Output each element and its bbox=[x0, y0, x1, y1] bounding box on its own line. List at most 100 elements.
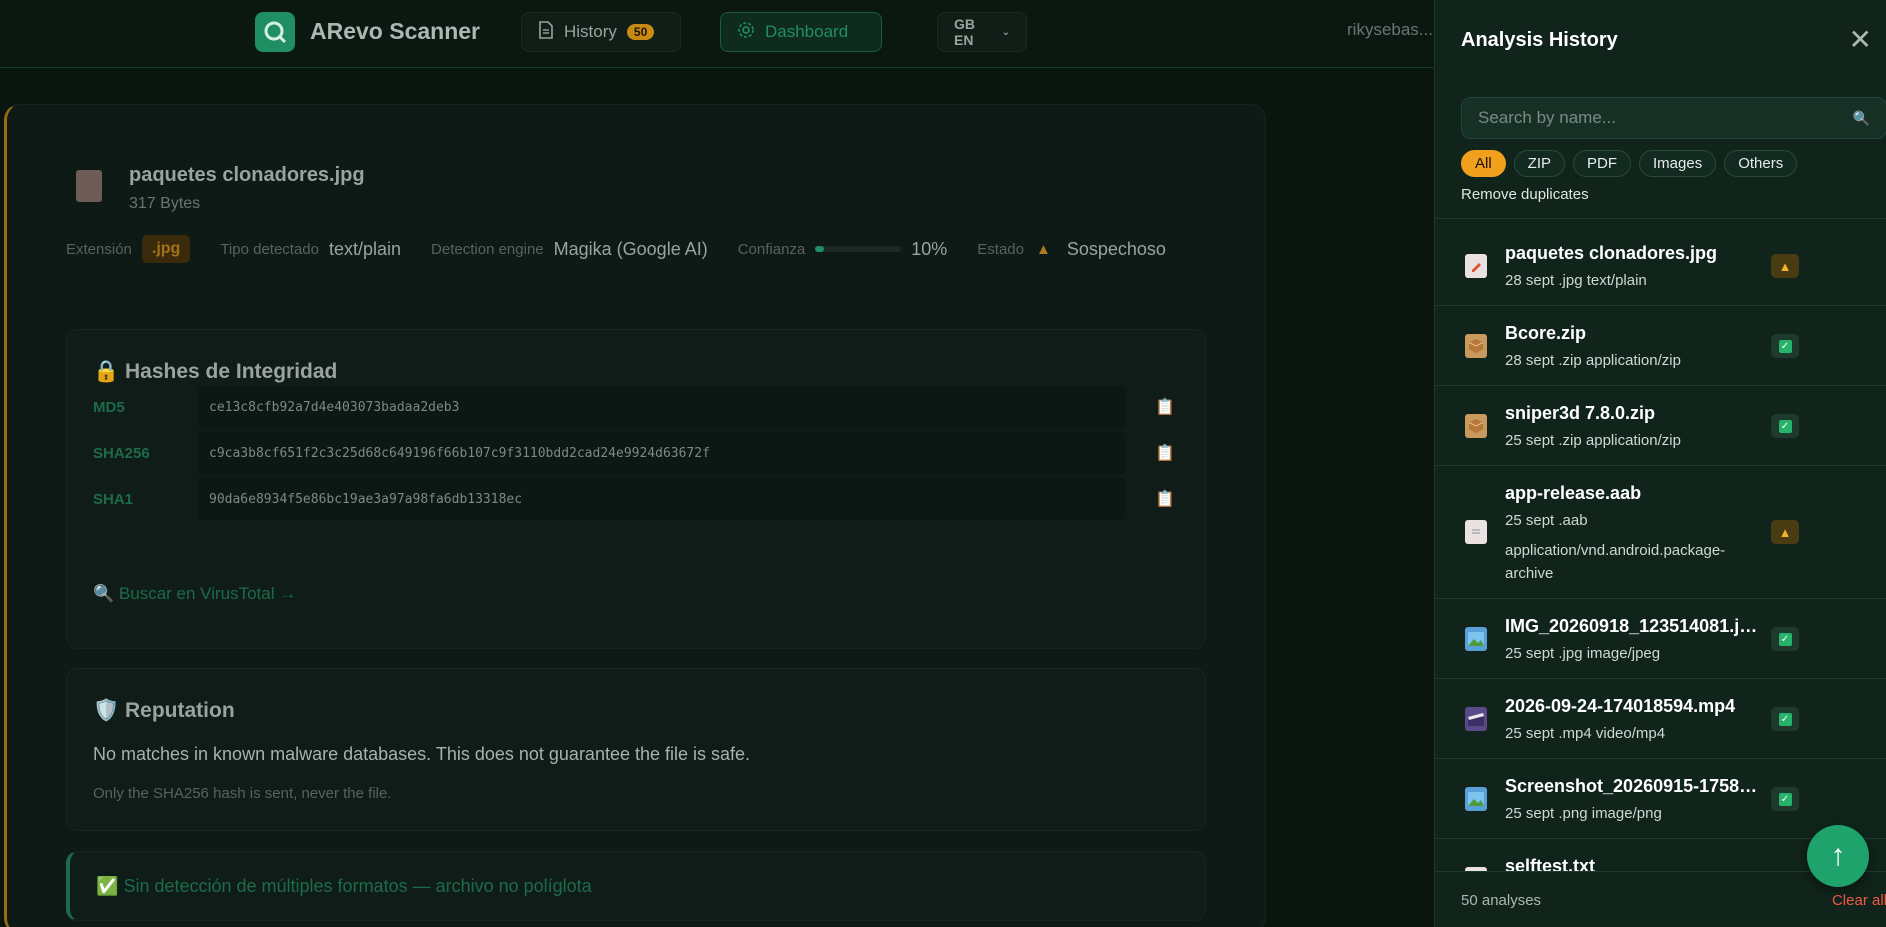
item-meta: 25 sept .png image/png bbox=[1505, 805, 1662, 822]
list-item[interactable]: Screenshot_20260915-17581... 25 sept .pn… bbox=[1435, 759, 1886, 839]
item-name: 2026-09-24-174018594.mp4 bbox=[1505, 696, 1736, 716]
engine-label: Detection engine bbox=[431, 240, 544, 258]
list-item[interactable]: 2026-09-24-174018594.mp4 25 sept .mp4 vi… bbox=[1435, 679, 1886, 759]
hash-value[interactable]: c9ca3b8cf651f2c3c25d68c649196f66b107c9f3… bbox=[197, 432, 1127, 474]
image-icon bbox=[1465, 627, 1487, 651]
virustotal-link[interactable]: 🔍 Buscar en VirusTotal → bbox=[93, 584, 296, 604]
item-meta: 28 sept .zip application/zip bbox=[1505, 352, 1681, 369]
confidence-bar bbox=[815, 246, 902, 252]
list-item[interactable]: IMG_20260918_123514081.jpg 25 sept .jpg … bbox=[1435, 599, 1886, 679]
confidence-bar-fill bbox=[815, 246, 824, 252]
shield-icon: 🛡️ bbox=[93, 699, 120, 722]
file-size: 317 Bytes bbox=[129, 195, 201, 212]
hash-row-md5: MD5 ce13c8cfb92a7d4e403073badaa2deb3 📋 bbox=[93, 386, 1183, 428]
filter-chip-others[interactable]: Others bbox=[1724, 150, 1798, 177]
document-icon bbox=[538, 20, 554, 44]
filter-chip-zip[interactable]: ZIP bbox=[1513, 150, 1566, 177]
hashes-title: 🔒 Hashes de Integridad bbox=[93, 360, 337, 384]
hashes-section: 🔒 Hashes de Integridad MD5 ce13c8cfb92a7… bbox=[66, 329, 1206, 649]
item-meta: 25 sept .mp4 video/mp4 bbox=[1505, 725, 1666, 742]
history-list: paquetes clonadores.jpg 28 sept .jpg tex… bbox=[1435, 226, 1886, 871]
package-icon bbox=[1465, 334, 1487, 358]
file-name: paquetes clonadores.jpg bbox=[129, 164, 365, 186]
polyglot-text-value: Sin detección de múltiples formatos — ar… bbox=[123, 876, 592, 896]
detected-type-label: Tipo detectado bbox=[220, 240, 319, 258]
search-input[interactable] bbox=[1478, 108, 1853, 128]
list-item[interactable]: Bcore.zip 28 sept .zip application/zip ✓ bbox=[1435, 306, 1886, 386]
filter-chip-pdf[interactable]: PDF bbox=[1573, 150, 1632, 177]
extension-pill: .jpg bbox=[141, 235, 191, 263]
hash-label: MD5 bbox=[93, 398, 125, 416]
extension-label: Extensión bbox=[66, 240, 132, 258]
filter-chip-all[interactable]: All bbox=[1461, 150, 1506, 177]
polyglot-section: ✅ Sin detección de múltiples formatos — … bbox=[66, 851, 1206, 921]
hash-label: SHA1 bbox=[93, 490, 134, 508]
image-icon bbox=[1465, 787, 1487, 811]
clear-all-button[interactable]: Clear all bbox=[1832, 892, 1886, 909]
analyses-count: 50 analyses bbox=[1461, 892, 1542, 909]
divider bbox=[1435, 218, 1886, 219]
confidence-label: Confianza bbox=[737, 240, 806, 258]
arrow-up-icon: ↑ bbox=[1830, 839, 1846, 872]
clipboard-icon[interactable]: 📋 bbox=[1155, 397, 1175, 417]
document-edit-icon bbox=[76, 170, 102, 202]
hash-label: SHA256 bbox=[93, 444, 150, 462]
clipboard-icon[interactable]: 📋 bbox=[1155, 489, 1175, 509]
item-meta: 25 sept .zip application/zip bbox=[1505, 432, 1681, 449]
item-name: IMG_20260918_123514081.jpg bbox=[1505, 616, 1760, 636]
close-icon[interactable]: ✕ bbox=[1849, 26, 1872, 54]
filter-chip-images[interactable]: Images bbox=[1639, 150, 1717, 177]
engine-value: Magika (Google AI) bbox=[553, 238, 708, 259]
confidence-value: 10% bbox=[911, 238, 948, 259]
check-icon: ✅ bbox=[96, 876, 119, 896]
item-meta: 28 sept .jpg text/plain bbox=[1505, 272, 1647, 289]
state-label: Estado bbox=[977, 240, 1024, 258]
check-status-icon: ✓ bbox=[1771, 334, 1799, 358]
reputation-section: 🛡️ Reputation No matches in known malwar… bbox=[66, 668, 1206, 831]
item-meta: 25 sept .jpg image/jpeg bbox=[1505, 645, 1661, 662]
document-icon bbox=[1465, 520, 1487, 544]
list-item[interactable]: sniper3d 7.8.0.zip 25 sept .zip applicat… bbox=[1435, 386, 1886, 466]
reputation-title-text: Reputation bbox=[125, 699, 235, 722]
brand-name: ARevo Scanner bbox=[310, 18, 481, 44]
document-edit-icon bbox=[1465, 254, 1487, 278]
history-count-badge: 50 bbox=[626, 24, 655, 40]
hash-row-sha256: SHA256 c9ca3b8cf651f2c3c25d68c649196f66b… bbox=[93, 432, 1183, 474]
item-name: app-release.aab bbox=[1505, 483, 1642, 503]
list-item[interactable]: app-release.aab 25 sept .aab application… bbox=[1435, 466, 1886, 599]
warning-icon: ▲ bbox=[1036, 240, 1051, 258]
check-status-icon: ✓ bbox=[1771, 787, 1799, 811]
clapper-icon bbox=[1465, 707, 1487, 731]
gear-icon bbox=[737, 21, 755, 44]
item-meta: 25 sept .aab bbox=[1505, 512, 1588, 529]
scroll-top-button[interactable]: ↑ bbox=[1807, 825, 1869, 887]
remove-duplicates-button[interactable]: Remove duplicates bbox=[1461, 186, 1589, 203]
package-icon bbox=[1465, 414, 1487, 438]
reputation-title: 🛡️ Reputation bbox=[93, 699, 235, 723]
file-meta-row: Extensión .jpg Tipo detectado text/plain… bbox=[66, 234, 1196, 264]
hashes-title-text: Hashes de Integridad bbox=[125, 360, 338, 383]
clipboard-icon[interactable]: 📋 bbox=[1155, 443, 1175, 463]
dashboard-button[interactable]: Dashboard bbox=[720, 12, 882, 52]
dashboard-label: Dashboard bbox=[765, 22, 849, 41]
app-root: ARevo Scanner History 50 Dashboard GB EN… bbox=[0, 0, 1886, 927]
chevron-down-icon: ⌄ bbox=[1001, 26, 1010, 38]
language-label: GB EN bbox=[954, 16, 975, 48]
magnifier-icon: 🔍 bbox=[93, 584, 115, 603]
search-icon: 🔍 bbox=[1852, 109, 1870, 126]
hash-value[interactable]: ce13c8cfb92a7d4e403073badaa2deb3 bbox=[197, 386, 1127, 428]
language-selector[interactable]: GB EN ⌄ bbox=[937, 12, 1027, 52]
history-panel: Analysis History ✕ 🔍 All ZIP PDF Images … bbox=[1434, 0, 1886, 927]
warning-status-icon: ▲ bbox=[1771, 254, 1799, 278]
reputation-note: Only the SHA256 hash is sent, never the … bbox=[93, 785, 392, 802]
filter-chips: All ZIP PDF Images Others bbox=[1461, 150, 1798, 177]
item-name: Screenshot_20260915-17581... bbox=[1505, 776, 1760, 796]
history-button[interactable]: History 50 bbox=[521, 12, 681, 52]
item-name: paquetes clonadores.jpg bbox=[1505, 243, 1718, 263]
user-name[interactable]: rikysebas... bbox=[1347, 20, 1433, 40]
item-meta-mime: application/vnd.android.package-archive bbox=[1505, 542, 1726, 582]
panel-title: Analysis History bbox=[1461, 29, 1618, 51]
check-status-icon: ✓ bbox=[1771, 414, 1799, 438]
list-item[interactable]: paquetes clonadores.jpg 28 sept .jpg tex… bbox=[1435, 226, 1886, 306]
hash-value[interactable]: 90da6e8934f5e86bc19ae3a97a98fa6db13318ec bbox=[197, 478, 1127, 520]
